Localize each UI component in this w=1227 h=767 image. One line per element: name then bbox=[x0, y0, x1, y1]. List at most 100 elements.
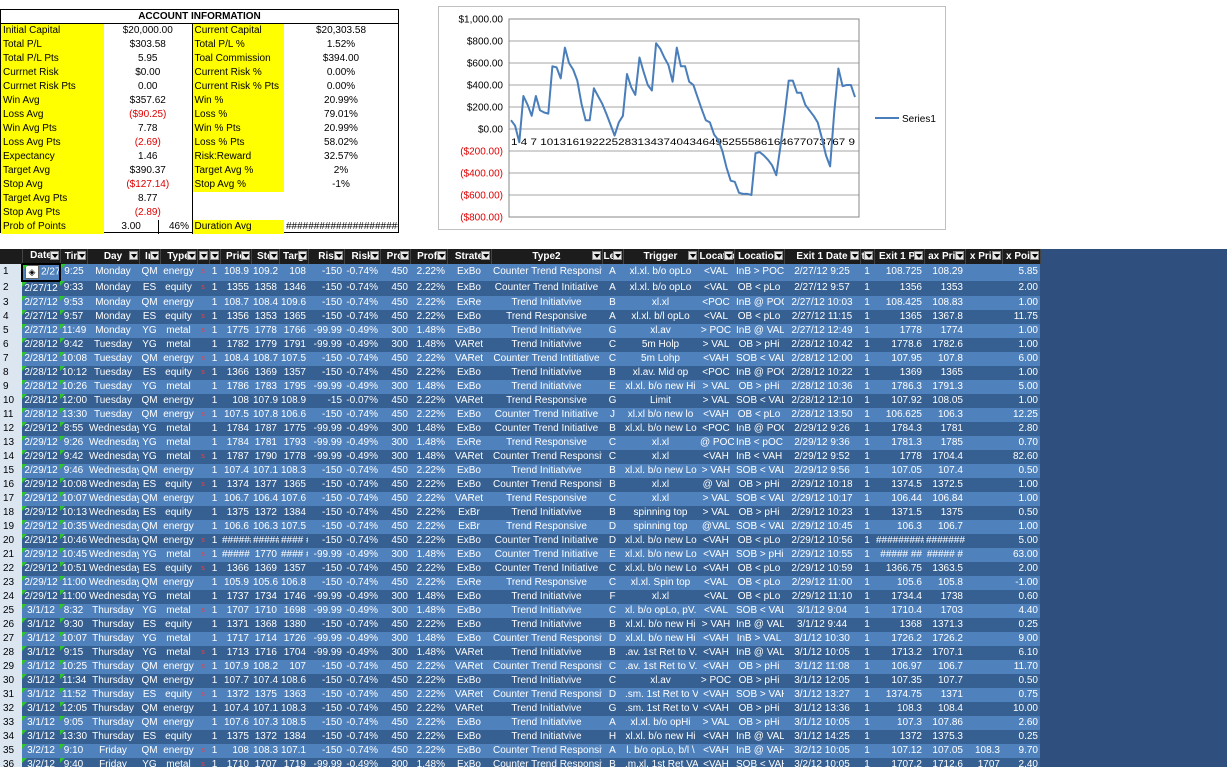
table-cell[interactable]: ExRe bbox=[447, 435, 491, 450]
table-cell[interactable]: 3/1/12 9:04 bbox=[784, 603, 860, 618]
table-row[interactable]: 35 3/2/12 9:10 Friday QM energy s 1 108 108.3 107.… bbox=[0, 743, 1040, 758]
table-cell[interactable]: 9:42 bbox=[60, 449, 87, 464]
row-number[interactable]: 8 bbox=[0, 365, 22, 380]
table-cell[interactable]: 2.22% bbox=[410, 393, 447, 408]
table-cell[interactable]: -0.49% bbox=[344, 337, 380, 352]
table-cell[interactable]: InB @ POC bbox=[734, 365, 784, 380]
table-cell[interactable]: 1787 bbox=[251, 421, 279, 436]
table-cell[interactable]: 1717 bbox=[220, 631, 251, 646]
row-number[interactable]: 29 bbox=[0, 659, 22, 674]
table-cell[interactable]: s bbox=[197, 603, 209, 618]
table-cell[interactable]: Friday bbox=[87, 757, 139, 767]
table-cell[interactable]: 1 bbox=[209, 603, 220, 618]
table-cell[interactable]: -150 bbox=[308, 505, 344, 520]
table-row[interactable]: 27 3/1/12 10:07 Thursday YG metal 1 1717 1714 172… bbox=[0, 631, 1040, 646]
table-cell[interactable]: 1 bbox=[209, 463, 220, 478]
table-cell[interactable]: B bbox=[602, 295, 623, 310]
table-cell[interactable] bbox=[965, 491, 1002, 506]
table-cell[interactable] bbox=[965, 687, 1002, 702]
table-cell[interactable]: -0.49% bbox=[344, 421, 380, 436]
table-cell[interactable]: D bbox=[602, 519, 623, 534]
row-number[interactable]: 24 bbox=[0, 589, 22, 604]
table-cell[interactable]: 107.12 bbox=[874, 743, 924, 758]
table-cell[interactable]: 1358 bbox=[251, 280, 279, 296]
table-cell[interactable]: s bbox=[197, 323, 209, 338]
row-number[interactable]: 35 bbox=[0, 743, 22, 758]
table-row[interactable]: 24 2/29/12 11:00 Wednesday YG metal 1 1737 1734 1… bbox=[0, 589, 1040, 604]
table-cell[interactable]: 450 bbox=[380, 575, 410, 590]
table-cell[interactable]: 1 bbox=[860, 575, 874, 590]
table-cell[interactable]: 1790 bbox=[251, 449, 279, 464]
table-cell[interactable]: ExBo bbox=[447, 561, 491, 576]
table-cell[interactable]: Monday bbox=[87, 295, 139, 310]
table-row[interactable]: 22 2/29/12 10:51 Wednesday ES equity s 1 1366 136… bbox=[0, 561, 1040, 576]
row-number[interactable]: 33 bbox=[0, 715, 22, 730]
table-cell[interactable]: G bbox=[602, 323, 623, 338]
table-cell[interactable]: SOB < VAL bbox=[734, 393, 784, 408]
table-cell[interactable]: -99.99 bbox=[308, 547, 344, 562]
column-header[interactable]: ax Pric bbox=[924, 249, 966, 264]
table-cell[interactable]: -99.99 bbox=[308, 631, 344, 646]
table-cell[interactable]: 3/1/12 bbox=[22, 659, 60, 674]
table-cell[interactable]: 1 bbox=[860, 379, 874, 394]
table-cell[interactable]: 10:46 bbox=[60, 533, 87, 548]
table-cell[interactable]: Wednesday bbox=[87, 547, 139, 562]
column-header[interactable]: Location bbox=[734, 249, 785, 264]
table-cell[interactable]: s bbox=[197, 659, 209, 674]
table-cell[interactable]: 1 bbox=[860, 280, 874, 296]
table-cell[interactable]: > VAL bbox=[698, 379, 734, 394]
table-cell[interactable]: 10:07 bbox=[60, 491, 87, 506]
table-cell[interactable]: 3/1/12 9:44 bbox=[784, 617, 860, 632]
table-cell[interactable] bbox=[197, 715, 209, 730]
table-cell[interactable]: 2/27/12 10:03 bbox=[784, 295, 860, 310]
table-cell[interactable]: 1 bbox=[209, 421, 220, 436]
table-cell[interactable]: -99.99 bbox=[308, 421, 344, 436]
table-row[interactable]: 25 3/1/12 8:32 Thursday YG metal s 1 1707 1710 169… bbox=[0, 603, 1040, 618]
table-cell[interactable]: -150 bbox=[308, 533, 344, 548]
table-cell[interactable]: s bbox=[197, 561, 209, 576]
table-cell[interactable]: 1775 bbox=[279, 421, 308, 436]
table-cell[interactable]: 1714 bbox=[251, 631, 279, 646]
table-cell[interactable]: Trend Initiatvive bbox=[491, 603, 602, 618]
table-cell[interactable]: 106.3 bbox=[874, 519, 924, 534]
table-cell[interactable]: -150 bbox=[308, 463, 344, 478]
table-cell[interactable]: energy bbox=[160, 701, 197, 716]
table-cell[interactable]: 1784 bbox=[220, 435, 251, 450]
table-cell[interactable]: 1384 bbox=[279, 505, 308, 520]
table-cell[interactable]: InB < VAH bbox=[734, 449, 784, 464]
table-cell[interactable]: YG bbox=[139, 449, 160, 464]
table-cell[interactable]: 1365 bbox=[279, 309, 308, 324]
table-cell[interactable]: 1791.3 bbox=[924, 379, 965, 394]
table-cell[interactable]: 2/28/12 bbox=[22, 379, 60, 394]
table-cell[interactable]: 1.00 bbox=[1002, 295, 1040, 310]
row-number[interactable]: 9 bbox=[0, 379, 22, 394]
table-cell[interactable]: 450 bbox=[380, 519, 410, 534]
table-cell[interactable]: 1704.4 bbox=[924, 449, 965, 464]
table-cell[interactable]: 2.22% bbox=[410, 659, 447, 674]
table-cell[interactable]: -150 bbox=[308, 617, 344, 632]
table-row[interactable]: 12 2/29/12 8:55 Wednesday YG metal 1 1784 1787 17… bbox=[0, 421, 1040, 436]
table-cell[interactable]: OB < pLo bbox=[734, 407, 784, 422]
table-cell[interactable]: 2/29/12 bbox=[22, 491, 60, 506]
table-cell[interactable]: 1357 bbox=[279, 561, 308, 576]
table-cell[interactable]: 1784.3 bbox=[874, 421, 924, 436]
table-cell[interactable]: 107.92 bbox=[874, 393, 924, 408]
table-cell[interactable]: 1781 bbox=[251, 435, 279, 450]
table-cell[interactable]: 2/29/12 10:18 bbox=[784, 477, 860, 492]
table-cell[interactable]: 12:00 bbox=[60, 393, 87, 408]
table-cell[interactable]: 2.22% bbox=[410, 295, 447, 310]
column-header[interactable]: D bbox=[197, 249, 210, 264]
table-cell[interactable]: 2.22% bbox=[410, 477, 447, 492]
table-cell[interactable]: -0.74% bbox=[344, 264, 380, 281]
table-cell[interactable]: 1 bbox=[860, 701, 874, 716]
table-cell[interactable]: 2/29/12 bbox=[22, 561, 60, 576]
table-cell[interactable]: .sm. 1st Ret to V. bbox=[623, 687, 698, 702]
table-cell[interactable]: D bbox=[602, 687, 623, 702]
table-row[interactable]: 1◈2/27/129:25MondayQMenergys1108.9109.21… bbox=[0, 263, 1040, 282]
table-cell[interactable]: VARet bbox=[447, 337, 491, 352]
table-cell[interactable]: metal bbox=[160, 547, 197, 562]
table-cell[interactable]: InB > POC bbox=[734, 264, 784, 281]
table-cell[interactable] bbox=[197, 491, 209, 506]
table-cell[interactable]: 2/29/12 10:23 bbox=[784, 505, 860, 520]
table-cell[interactable]: <POC bbox=[698, 365, 734, 380]
